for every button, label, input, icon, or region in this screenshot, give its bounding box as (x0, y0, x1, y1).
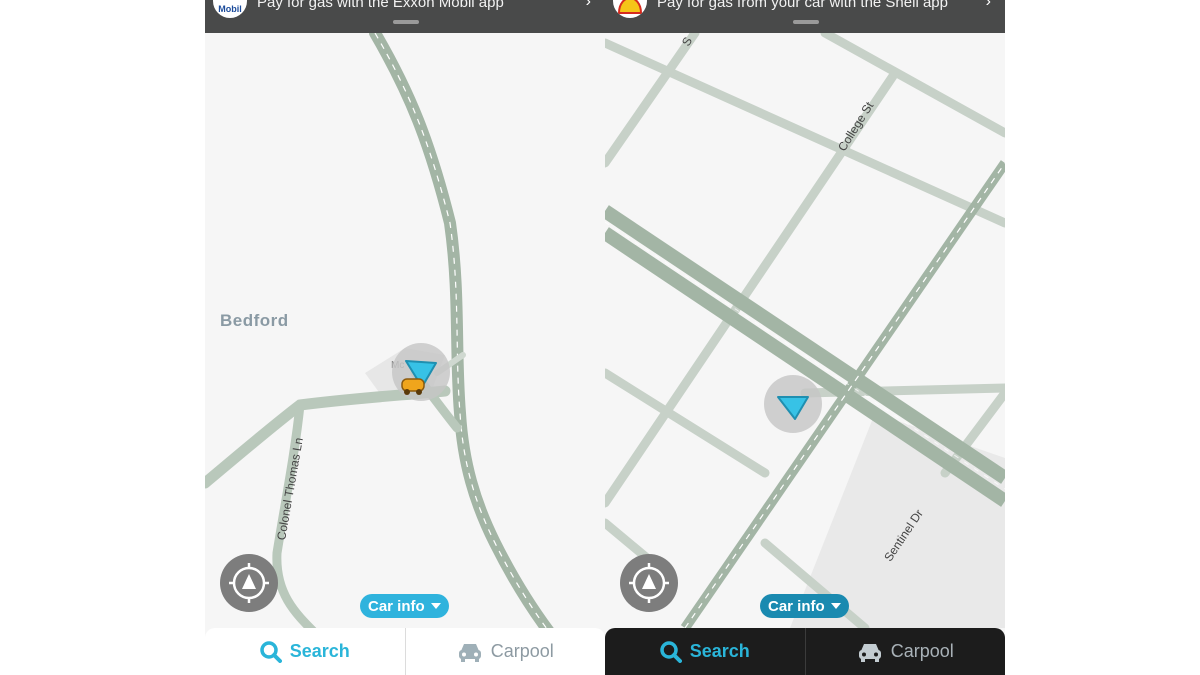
gas-promo-banner[interactable]: Pay for gas from your car with the Shell… (605, 0, 1005, 33)
search-tab[interactable]: Search (605, 628, 805, 675)
chevron-down-icon (430, 603, 441, 609)
carpool-car-icon (458, 643, 481, 662)
car-info-button[interactable]: Car info (360, 594, 449, 618)
search-tab[interactable]: Search (205, 628, 405, 675)
recenter-button[interactable] (220, 554, 278, 612)
car-info-label: Car info (768, 597, 825, 615)
mobil-logo: Mobil (213, 0, 247, 18)
chevron-right-icon[interactable]: › (586, 0, 591, 11)
carpool-tab[interactable]: Carpool (404, 628, 606, 675)
chevron-right-icon[interactable]: › (986, 0, 991, 11)
car-icon (400, 375, 426, 397)
bottom-navigation: Search Carpool (605, 628, 1005, 675)
recenter-button[interactable] (620, 554, 678, 612)
map-roads (605, 33, 1005, 628)
gas-promo-banner[interactable]: Mobil Pay for gas with the Exxon Mobil a… (205, 0, 605, 33)
left-screen: Mobil Pay for gas with the Exxon Mobil a… (205, 0, 605, 675)
right-screen: Pay for gas from your car with the Shell… (605, 0, 1005, 675)
shell-logo (613, 0, 647, 18)
drag-handle[interactable] (793, 20, 819, 24)
place-name-label: Bedford (220, 311, 289, 330)
crosshair-icon (629, 563, 669, 603)
car-info-button[interactable]: Car info (760, 594, 849, 618)
car-info-label: Car info (368, 597, 425, 615)
search-icon (659, 640, 682, 663)
map-view[interactable]: College St Sentinel Dr S Car info (605, 33, 1005, 628)
drag-handle[interactable] (393, 20, 419, 24)
search-icon (259, 640, 282, 663)
bottom-navigation: Search Carpool (205, 628, 605, 675)
banner-text: Pay for gas from your car with the Shell… (657, 0, 948, 11)
carpool-car-icon (858, 643, 881, 662)
current-location-marker (762, 373, 824, 435)
chevron-down-icon (830, 603, 841, 609)
carpool-tab[interactable]: Carpool (804, 628, 1006, 675)
banner-text: Pay for gas with the Exxon Mobil app (257, 0, 504, 11)
crosshair-icon (229, 563, 269, 603)
map-view[interactable]: Bedford Colonel Thomas Ln Mc (205, 33, 605, 628)
